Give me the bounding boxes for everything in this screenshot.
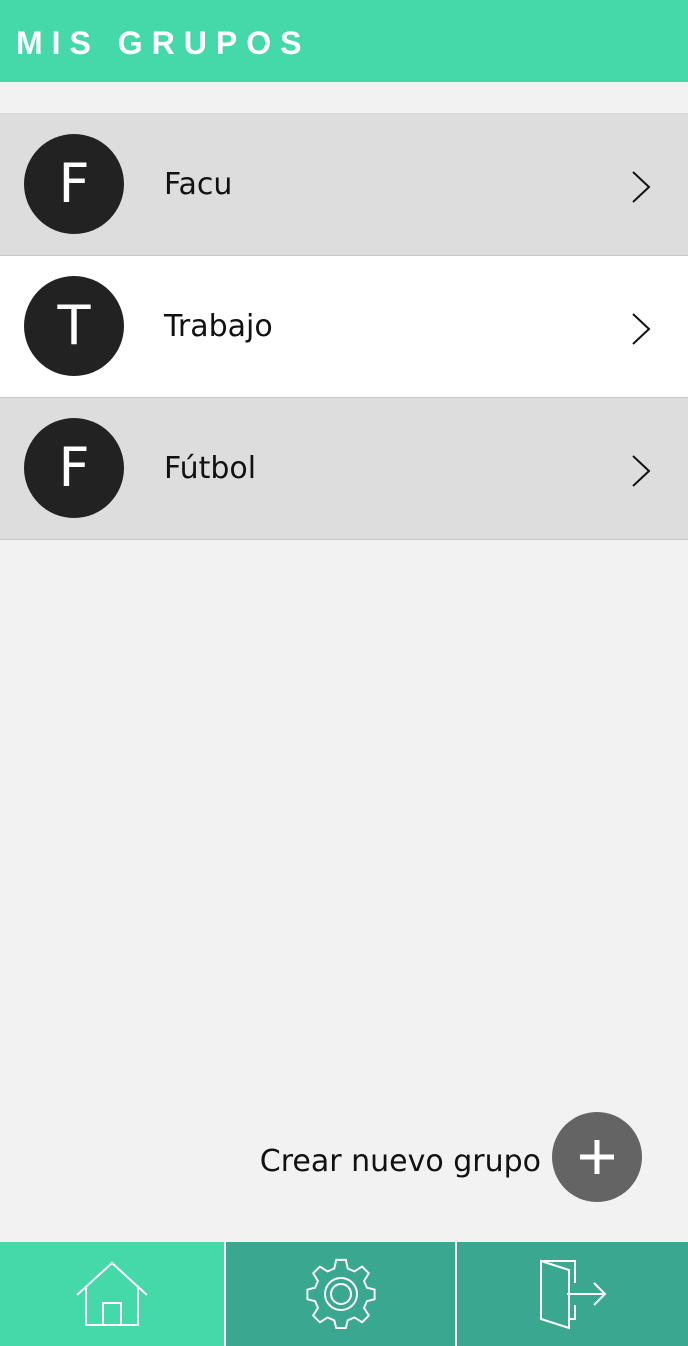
avatar: F: [24, 134, 124, 234]
group-name: Trabajo: [164, 309, 273, 344]
nav-settings-button[interactable]: [224, 1242, 455, 1346]
logout-icon: [539, 1259, 606, 1330]
chevron-right-icon: [632, 455, 651, 487]
gear-icon: [305, 1258, 376, 1329]
nav-home-button[interactable]: [0, 1242, 224, 1346]
app-header: MIS GRUPOS: [0, 0, 688, 82]
create-group-button[interactable]: [552, 1112, 642, 1202]
group-name: Fútbol: [164, 451, 257, 486]
plus-icon: [580, 1140, 614, 1174]
group-row-trabajo[interactable]: T Trabajo: [0, 256, 688, 398]
create-group-label[interactable]: Crear nuevo grupo: [260, 1142, 541, 1182]
chevron-right-icon: [632, 313, 651, 345]
group-row-futbol[interactable]: F Fútbol: [0, 398, 688, 540]
avatar: F: [24, 418, 124, 518]
group-name: Facu: [164, 167, 233, 202]
chevron-right-icon: [632, 171, 651, 203]
group-row-facu[interactable]: F Facu: [0, 114, 688, 256]
avatar: T: [24, 276, 124, 376]
group-list: F Facu T Trabajo F Fútbol: [0, 113, 688, 540]
home-icon: [76, 1261, 148, 1326]
nav-logout-button[interactable]: [455, 1242, 688, 1346]
page-title: MIS GRUPOS: [16, 25, 311, 61]
bottom-nav: [0, 1242, 688, 1346]
